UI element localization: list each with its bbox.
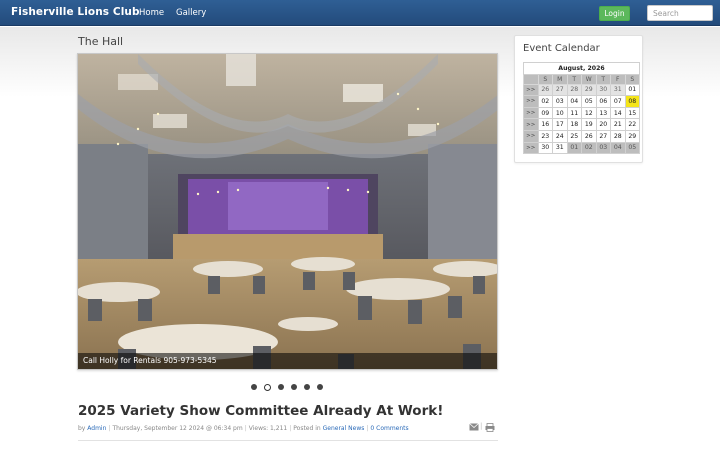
calendar-day[interactable]: 15 — [624, 106, 640, 120]
calendar-day[interactable]: 18 — [566, 118, 582, 131]
post-date: Thursday, September 12 2024 @ 06:34 pm — [112, 425, 243, 432]
event-calendar-widget: Event Calendar August, 2026 S M T W T F … — [514, 35, 643, 163]
weekday-header: S — [624, 73, 640, 85]
site-brand[interactable]: Fisherville Lions Club — [11, 6, 140, 18]
article-meta: by Admin | Thursday, September 12 2024 @ 0… — [78, 425, 409, 432]
calendar-day[interactable]: 04 — [566, 95, 582, 108]
login-button[interactable]: Login — [599, 6, 630, 21]
calendar-day[interactable]: 20 — [595, 118, 611, 131]
view-count: Views: 1,211 — [248, 425, 288, 432]
calendar-day[interactable]: 04 — [610, 141, 626, 155]
calendar-day[interactable]: 06 — [595, 95, 611, 108]
week-link[interactable]: >> — [523, 106, 539, 120]
weekday-header: W — [581, 73, 597, 85]
calendar-day[interactable]: 28 — [610, 129, 626, 143]
weekday-header: S — [537, 73, 553, 85]
calendar-day[interactable]: 09 — [537, 106, 553, 120]
calendar-day[interactable]: 02 — [537, 95, 553, 108]
hall-photo — [78, 54, 497, 369]
week-link[interactable]: >> — [523, 129, 539, 143]
calendar-day[interactable]: 11 — [566, 106, 582, 120]
calendar-day[interactable]: 05 — [624, 141, 640, 155]
calendar-day[interactable]: 03 — [552, 95, 568, 108]
calendar-day[interactable]: 31 — [610, 83, 626, 97]
slide-dot[interactable] — [304, 384, 310, 390]
weekday-header: F — [610, 73, 626, 85]
calendar-day[interactable]: 22 — [624, 118, 640, 131]
calendar-day[interactable]: 30 — [537, 141, 553, 155]
section-title: The Hall — [78, 35, 124, 48]
calendar-day[interactable]: 14 — [610, 106, 626, 120]
slide-dot[interactable] — [291, 384, 297, 390]
calendar-day[interactable]: 29 — [581, 83, 597, 97]
search-input[interactable] — [647, 5, 713, 21]
calendar-day[interactable]: 01 — [566, 141, 582, 155]
weekday-header: M — [552, 73, 568, 85]
calendar-day[interactable]: 10 — [552, 106, 568, 120]
calendar-day[interactable]: 23 — [537, 129, 553, 143]
nav-home-link[interactable]: Home — [139, 8, 164, 18]
slide-dot[interactable] — [278, 384, 284, 390]
calendar-day[interactable]: 24 — [552, 129, 568, 143]
week-col-header — [523, 73, 539, 85]
calendar-day[interactable]: 26 — [581, 129, 597, 143]
calendar-day[interactable]: 12 — [581, 106, 597, 120]
article-divider — [78, 440, 498, 441]
comments-link[interactable]: 0 Comments — [370, 425, 408, 432]
calendar-day[interactable]: 31 — [552, 141, 568, 155]
calendar-day[interactable]: 13 — [595, 106, 611, 120]
posted-in-label: Posted in — [293, 425, 321, 432]
calendar-day[interactable]: 30 — [595, 83, 611, 97]
weekday-header: T — [566, 73, 582, 85]
calendar-day[interactable]: 16 — [537, 118, 553, 131]
slide-dot[interactable] — [317, 384, 323, 390]
week-link[interactable]: >> — [523, 95, 539, 108]
author-link[interactable]: Admin — [87, 425, 106, 432]
calendar-day[interactable]: 27 — [552, 83, 568, 97]
widget-title: Event Calendar — [523, 43, 600, 54]
calendar-day[interactable]: 27 — [595, 129, 611, 143]
nav-gallery-link[interactable]: Gallery — [176, 8, 206, 18]
top-navbar: Fisherville Lions Club Home Gallery Logi… — [0, 0, 720, 26]
week-link[interactable]: >> — [523, 141, 539, 155]
mail-icon[interactable] — [469, 423, 479, 431]
calendar-day[interactable]: 26 — [537, 83, 553, 97]
tools-separator: | — [480, 422, 483, 430]
calendar-day[interactable]: 01 — [624, 83, 640, 97]
slide-dot-active[interactable] — [264, 383, 271, 391]
slide-dot[interactable] — [251, 384, 257, 390]
article-title[interactable]: 2025 Variety Show Committee Already At W… — [78, 403, 443, 419]
calendar-day[interactable]: 29 — [624, 129, 640, 143]
meta-by-label: by — [78, 425, 86, 432]
slide-caption-bar: Call Holly for Rentals 905-973-5345 — [78, 353, 497, 369]
calendar-table: August, 2026 S M T W T F S >> 26 27 28 2… — [523, 62, 640, 155]
weekday-header: T — [595, 73, 611, 85]
calendar-month: August, 2026 — [523, 62, 640, 75]
print-icon[interactable] — [485, 423, 495, 432]
category-link[interactable]: General News — [323, 425, 365, 432]
calendar-day[interactable]: 03 — [595, 141, 611, 155]
slide-caption: Call Holly for Rentals 905-973-5345 — [83, 356, 217, 365]
calendar-day-today[interactable]: 08 — [624, 95, 640, 108]
calendar-day[interactable]: 07 — [610, 95, 626, 108]
calendar-day[interactable]: 02 — [581, 141, 597, 155]
calendar-day[interactable]: 28 — [566, 83, 582, 97]
hall-slideshow[interactable]: Call Holly for Rentals 905-973-5345 — [77, 53, 498, 370]
calendar-day[interactable]: 21 — [610, 118, 626, 131]
week-link[interactable]: >> — [523, 118, 539, 131]
calendar-day[interactable]: 19 — [581, 118, 597, 131]
calendar-day[interactable]: 17 — [552, 118, 568, 131]
calendar-day[interactable]: 05 — [581, 95, 597, 108]
week-link[interactable]: >> — [523, 83, 539, 97]
calendar-day[interactable]: 25 — [566, 129, 582, 143]
